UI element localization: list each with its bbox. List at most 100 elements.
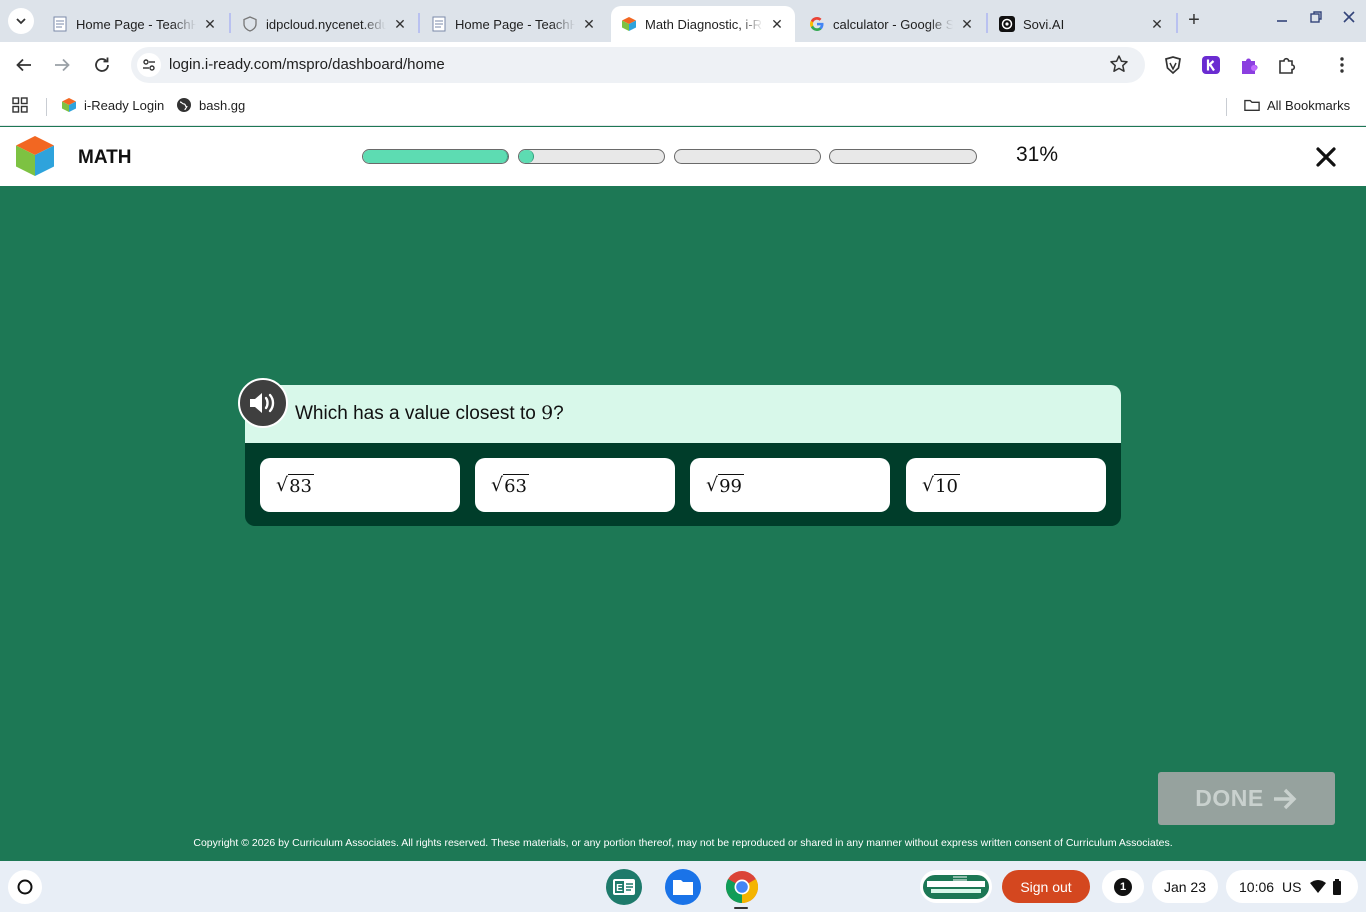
radical-expression: √ 63 [491,472,530,498]
shelf-app-files[interactable] [665,869,701,905]
progress-percent: 31% [1016,143,1059,166]
read-aloud-button[interactable] [238,378,288,428]
date-tray-button[interactable]: Jan 23 [1152,870,1218,903]
time-label: 10:06 [1239,878,1275,895]
shelf-app-classroom[interactable]: E [606,869,642,905]
document-icon [431,16,447,32]
extension-shield-button[interactable] [1161,53,1185,77]
shield-icon [242,16,258,32]
tab-5[interactable]: Sovi.AI ✕ [989,6,1175,42]
iready-logo-icon [16,136,54,176]
status-tray-button[interactable]: 10:06 US [1226,870,1358,903]
folder-icon [1244,97,1260,113]
wifi-icon [1309,879,1326,893]
address-bar[interactable]: login.i-ready.com/mspro/dashboard/home [131,47,1145,83]
locale-label: US [1282,878,1302,895]
sqrt-symbol: √ [491,474,504,496]
restore-icon [1310,11,1322,23]
arrow-right-icon [55,58,70,72]
folder-icon [673,880,693,895]
bookmark-iready-login[interactable]: i-Ready Login [61,97,164,113]
all-bookmarks-label: All Bookmarks [1267,97,1351,113]
tab-search-button[interactable] [8,8,34,34]
tab-divider [986,13,988,33]
close-icon[interactable]: ✕ [581,16,597,33]
tab-1[interactable]: idpcloud.nycenet.edu ✕ [232,6,418,42]
shield-icon [1165,56,1181,75]
shelf-app-chrome[interactable] [724,869,760,905]
sovi-icon [999,16,1015,32]
tune-icon [143,59,155,71]
notification-center-button[interactable]: 1 [1102,870,1144,903]
notification-badge: 1 [1114,877,1132,896]
bookmark-divider [46,98,47,116]
puzzle-icon [1279,57,1296,74]
forward-button[interactable] [50,53,74,77]
tab-4[interactable]: calculator - Google Search ✕ [799,6,985,42]
globe-icon [176,97,192,113]
sqrt-symbol: √ [276,474,289,496]
close-icon[interactable]: ✕ [1149,16,1165,33]
chrome-menu-button[interactable] [1330,53,1354,77]
apps-button[interactable] [12,97,28,113]
classroom-icon: E [613,879,635,895]
progress-segment-1 [362,149,509,164]
tab-2[interactable]: Home Page - TeachHub ✕ [421,6,607,42]
back-button[interactable] [12,53,36,77]
reload-button[interactable] [90,53,114,77]
answer-choice-c[interactable]: √ 99 [690,458,890,512]
screenshot-thumbnail-icon [923,874,989,899]
running-app-indicator [734,907,748,909]
exit-lesson-button[interactable] [1312,143,1340,171]
close-icon[interactable]: ✕ [202,16,218,33]
bookmarks-bar: i-Ready Login bash.gg All Bookmarks [0,88,1366,126]
bookmark-star-button[interactable] [1109,54,1131,76]
shelf-tote-thumbnail[interactable] [920,870,992,903]
date-label: Jan 23 [1163,878,1207,895]
close-icon[interactable]: ✕ [959,16,975,33]
extension-k-button[interactable] [1199,53,1223,77]
close-icon[interactable]: ✕ [769,16,785,33]
progress-segment-2 [518,149,665,164]
tab-title: Sovi.AI [1023,16,1065,32]
bookmark-bash-gg[interactable]: bash.gg [176,97,245,113]
window-close-button[interactable] [1337,8,1361,32]
close-icon [1316,147,1336,167]
new-tab-button[interactable]: + [1183,9,1205,31]
tab-divider [1176,13,1178,33]
os-shelf: E Sign out 1 Jan 23 10:06 US [0,861,1366,912]
sign-out-button[interactable]: Sign out [1002,870,1090,903]
site-info-button[interactable] [137,53,161,77]
question-text: Which has a value closest to [295,403,542,424]
answer-choice-d[interactable]: √ 10 [906,458,1106,512]
tab-divider [418,13,420,33]
tab-3-active[interactable]: Math Diagnostic, i-Ready ✕ [611,6,795,42]
all-bookmarks-button[interactable]: All Bookmarks [1244,97,1350,113]
url-text[interactable]: login.i-ready.com/mspro/dashboard/home [169,56,445,73]
reload-icon [95,57,109,72]
minimize-button[interactable] [1270,8,1294,32]
bookmark-divider [1226,98,1227,116]
extension-puzzle-button[interactable] [1238,53,1262,77]
extensions-menu-button[interactable] [1275,53,1299,77]
radicand: 83 [288,474,315,497]
tab-strip: Home Page - TeachHub ✕ idpcloud.nycenet.… [0,0,1366,42]
answer-choice-a[interactable]: √ 83 [260,458,460,512]
close-icon[interactable]: ✕ [392,16,408,33]
tab-title: idpcloud.nycenet.edu [266,16,386,32]
google-icon [809,16,825,32]
battery-icon [1332,878,1341,895]
tab-0[interactable]: Home Page - TeachHub ✕ [42,6,228,42]
done-button[interactable]: DONE [1158,772,1335,825]
star-icon [1110,55,1128,72]
answer-choice-b[interactable]: √ 63 [475,458,675,512]
copyright-notice: Copyright © 2026 by Curriculum Associate… [193,837,1173,849]
browser-toolbar: login.i-ready.com/mspro/dashboard/home [0,42,1366,88]
bookmark-label: i-Ready Login [84,97,165,113]
restore-button[interactable] [1304,8,1328,32]
launcher-button[interactable] [8,870,42,904]
progress-segment-3 [674,149,821,164]
apps-grid-icon [12,97,28,113]
svg-text:E: E [616,883,623,894]
radical-expression: √ 10 [922,472,961,498]
